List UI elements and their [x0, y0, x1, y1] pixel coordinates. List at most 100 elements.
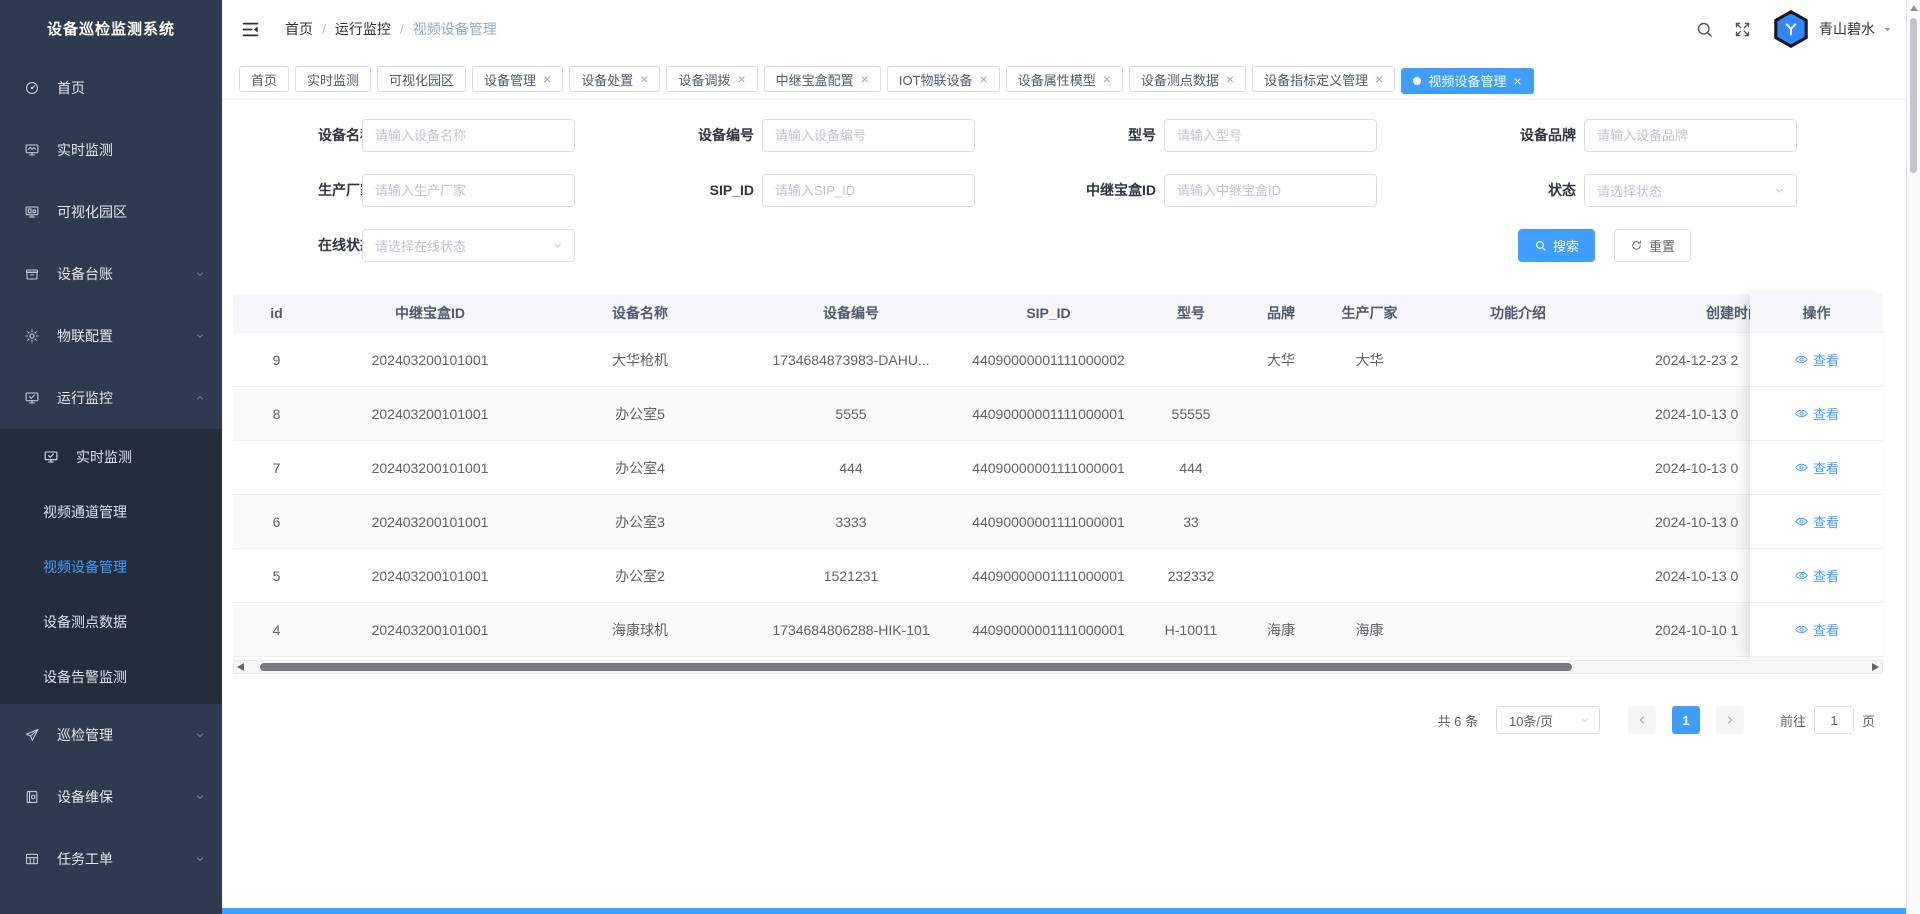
scroll-right-arrow[interactable] — [1872, 663, 1879, 671]
page-size-select[interactable]: 10条/页 — [1496, 706, 1600, 734]
avatar[interactable] — [1772, 10, 1810, 48]
view-link[interactable]: 查看 — [1794, 404, 1839, 423]
horizontal-scrollbar[interactable] — [233, 660, 1883, 674]
sidebar-item[interactable]: 运行监控 — [0, 367, 222, 429]
vertical-scrollbar[interactable] — [1906, 0, 1920, 914]
online-status-select[interactable]: 请选择在线状态 — [362, 229, 575, 262]
sidebar-item[interactable]: 实时监测 — [0, 119, 222, 181]
caret-down-icon[interactable] — [1881, 23, 1894, 36]
cell-model: 33 — [1135, 495, 1247, 548]
next-page-button[interactable] — [1716, 706, 1744, 734]
tab[interactable]: 设备管理 × — [472, 66, 563, 92]
cell-relay-box-id: 202403200101001 — [320, 495, 540, 548]
model-input[interactable] — [1164, 119, 1377, 152]
tab[interactable]: 视频设备管理 × — [1401, 68, 1533, 94]
sidebar-item[interactable]: 首页 — [0, 57, 222, 119]
horizontal-scrollbar-thumb[interactable] — [260, 663, 1572, 671]
sidebar-item[interactable]: 巡检管理 — [0, 704, 222, 766]
tab[interactable]: 设备指标定义管理 × — [1252, 66, 1395, 92]
tab[interactable]: 设备处置 × — [569, 66, 660, 92]
sidebar-subitem[interactable]: 视频设备管理 — [0, 539, 222, 594]
breadcrumb-item[interactable]: 首页 — [285, 19, 313, 39]
cell-id: 8 — [233, 387, 320, 440]
sidebar-subitem[interactable]: 实时监测 — [0, 429, 222, 484]
chevron-down-icon — [194, 791, 206, 803]
sidebar-item[interactable]: 设备维保 — [0, 766, 222, 828]
sidebar-subitem-label: 设备测点数据 — [43, 612, 127, 632]
status-label: 状态 — [1432, 174, 1576, 207]
page-number-button[interactable]: 1 — [1672, 706, 1700, 734]
tab[interactable]: 中继宝盒配置 × — [764, 66, 881, 92]
cell-id: 5 — [233, 549, 320, 602]
brand-input[interactable] — [1584, 119, 1797, 152]
cell-device-code: 5555 — [740, 387, 962, 440]
view-link[interactable]: 查看 — [1794, 350, 1839, 369]
cell-device-code: 3333 — [740, 495, 962, 548]
view-link[interactable]: 查看 — [1794, 458, 1839, 477]
table-row: 9 202403200101001 大华枪机 1734684873983-DAH… — [233, 333, 1883, 387]
manufacturer-input[interactable] — [362, 174, 575, 207]
topbar: 首页 / 运行监控 / 视频设备管理 青山碧水 — [222, 0, 1920, 58]
sidebar-item[interactable]: 设备台账 — [0, 243, 222, 305]
scroll-up-arrow[interactable] — [1910, 5, 1918, 11]
close-icon[interactable]: × — [1103, 72, 1111, 86]
status-select[interactable]: 请选择状态 — [1584, 174, 1797, 207]
tab[interactable]: 实时监测 — [295, 66, 371, 92]
tab[interactable]: 设备测点数据 × — [1129, 66, 1246, 92]
active-tab-dot — [1413, 77, 1421, 85]
operation-column: 操作 查看 查看 查看 查看 查看 查看 — [1750, 294, 1883, 657]
device-name-label: 设备名称 — [242, 119, 374, 152]
goto-page-input[interactable] — [1814, 706, 1854, 734]
cell-intro — [1424, 603, 1612, 656]
close-icon[interactable]: × — [861, 72, 869, 86]
tab[interactable]: 首页 — [239, 66, 289, 92]
view-link[interactable]: 查看 — [1794, 620, 1839, 639]
device-name-input[interactable] — [362, 119, 575, 152]
close-icon[interactable]: × — [980, 72, 988, 86]
sidebar-item[interactable]: 任务工单 — [0, 828, 222, 890]
relay-box-id-input[interactable] — [1164, 174, 1377, 207]
breadcrumb-item[interactable]: 运行监控 — [335, 19, 391, 39]
sidebar-item[interactable]: 物联配置 — [0, 305, 222, 367]
fullscreen-icon[interactable] — [1733, 20, 1752, 39]
cell-device-name: 办公室3 — [540, 495, 740, 548]
close-icon[interactable]: × — [640, 72, 648, 86]
tab[interactable]: 可视化园区 — [377, 66, 466, 92]
col-relay-box-id: 中继宝盒ID — [320, 294, 540, 332]
table-row: 7 202403200101001 办公室4 444 4409000000111… — [233, 441, 1883, 495]
vertical-scrollbar-thumb[interactable] — [1910, 18, 1917, 173]
prev-page-button[interactable] — [1628, 706, 1656, 734]
cell-id: 4 — [233, 603, 320, 656]
tab[interactable]: IOT物联设备 × — [887, 66, 1000, 92]
close-icon[interactable]: × — [737, 72, 745, 86]
sip-id-input[interactable] — [762, 174, 975, 207]
close-icon[interactable]: × — [543, 72, 551, 86]
cell-brand — [1247, 495, 1315, 548]
username[interactable]: 青山碧水 — [1819, 19, 1875, 39]
sidebar: 设备巡检监测系统 首页 实时监测 可视化园区 设备台账 物联配置 — [0, 0, 222, 914]
sidebar-subitem[interactable]: 设备测点数据 — [0, 594, 222, 649]
dashboard-icon — [24, 80, 40, 96]
search-icon[interactable] — [1695, 20, 1714, 39]
close-icon[interactable]: × — [1226, 72, 1234, 86]
sidebar-item[interactable]: 可视化园区 — [0, 181, 222, 243]
tab[interactable]: 设备调拨 × — [666, 66, 757, 92]
tab[interactable]: 设备属性模型 × — [1006, 66, 1123, 92]
sidebar-subitem[interactable]: 设备告警监测 — [0, 649, 222, 704]
scroll-left-arrow[interactable] — [237, 663, 244, 671]
tab-label: 首页 — [251, 70, 277, 89]
search-button[interactable]: 搜索 — [1518, 229, 1595, 262]
reset-button[interactable]: 重置 — [1614, 229, 1691, 262]
chevron-down-icon — [194, 330, 206, 342]
view-link-label: 查看 — [1813, 404, 1839, 423]
close-icon[interactable]: × — [1375, 72, 1383, 86]
sidebar-subitem[interactable]: 视频通道管理 — [0, 484, 222, 539]
operation-cell: 查看 — [1750, 495, 1883, 549]
device-code-input[interactable] — [762, 119, 975, 152]
view-link[interactable]: 查看 — [1794, 566, 1839, 585]
sidebar-group: 可视化园区 — [0, 181, 222, 243]
close-icon[interactable]: × — [1513, 74, 1521, 88]
view-link[interactable]: 查看 — [1794, 512, 1839, 531]
collapse-sidebar-icon[interactable] — [240, 19, 261, 40]
eye-icon — [1794, 514, 1809, 529]
